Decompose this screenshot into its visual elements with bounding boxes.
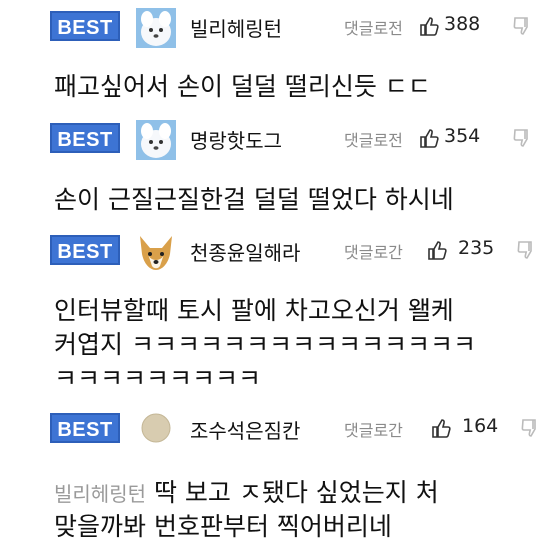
- avatar-icon[interactable]: [136, 120, 176, 160]
- comment-meta: 댓글로간: [344, 243, 403, 262]
- like-count: 164: [462, 415, 499, 437]
- nickname[interactable]: 빌리헤링턴: [190, 13, 282, 42]
- best-badge: BEST: [50, 235, 120, 265]
- thumbs-down-icon[interactable]: [514, 239, 536, 261]
- thumbs-up-icon[interactable]: [418, 15, 440, 37]
- avatar-icon[interactable]: [136, 232, 176, 272]
- thumbs-up-icon[interactable]: [418, 127, 440, 149]
- nickname[interactable]: 명랑핫도그: [190, 125, 282, 154]
- best-badge: BEST: [50, 11, 120, 41]
- nickname[interactable]: 천종윤일해라: [190, 237, 300, 266]
- avatar-icon[interactable]: [136, 8, 176, 48]
- thumbs-down-icon[interactable]: [518, 417, 540, 439]
- avatar-icon[interactable]: [136, 410, 176, 450]
- comment-text: 손이 근질근질한걸 덜덜 떨었다 하시네: [54, 185, 454, 214]
- comment-header: BEST 명랑핫도그 댓글로전 354: [48, 120, 540, 161]
- like-count: 354: [444, 125, 481, 147]
- comment-text: 맞을까봐 번호판부터 찍어버리네: [54, 512, 392, 541]
- thumbs-up-icon[interactable]: [426, 239, 448, 261]
- thumbs-down-icon[interactable]: [510, 15, 532, 37]
- comment-header: BEST 조수석은짐칸 댓글로간 164: [48, 413, 540, 451]
- comment-meta: 댓글로간: [344, 421, 403, 440]
- best-badge: BEST: [50, 123, 120, 153]
- comment-header: BEST 천종윤일해라 댓글로간 235: [48, 232, 540, 273]
- comment-meta: 댓글로전: [344, 19, 403, 38]
- nickname[interactable]: 조수석은짐칸: [190, 415, 300, 444]
- comment-text: 패고싶어서 손이 덜덜 떨리신듯 ㄷㄷ: [54, 72, 431, 101]
- comment-text: 커엽지 ㅋㅋㅋㅋㅋㅋㅋㅋㅋㅋㅋㅋㅋㅋㅋ: [54, 330, 476, 359]
- comment-meta: 댓글로전: [344, 131, 403, 150]
- thumbs-up-icon[interactable]: [430, 417, 452, 439]
- like-count: 235: [458, 237, 495, 259]
- best-badge: BEST: [50, 413, 120, 443]
- thumbs-down-icon[interactable]: [510, 127, 532, 149]
- reply-to-nickname[interactable]: 빌리헤링턴: [54, 482, 146, 506]
- comment-text: 인터뷰할때 토시 팔에 차고오신거 왤케: [54, 296, 454, 325]
- left-gutter: [0, 0, 40, 552]
- like-count: 388: [444, 13, 481, 35]
- comment-text: ㅋㅋㅋㅋㅋㅋㅋㅋㅋ: [54, 364, 262, 393]
- comment-header: BEST 빌리헤링턴 댓글로전 388: [48, 8, 540, 49]
